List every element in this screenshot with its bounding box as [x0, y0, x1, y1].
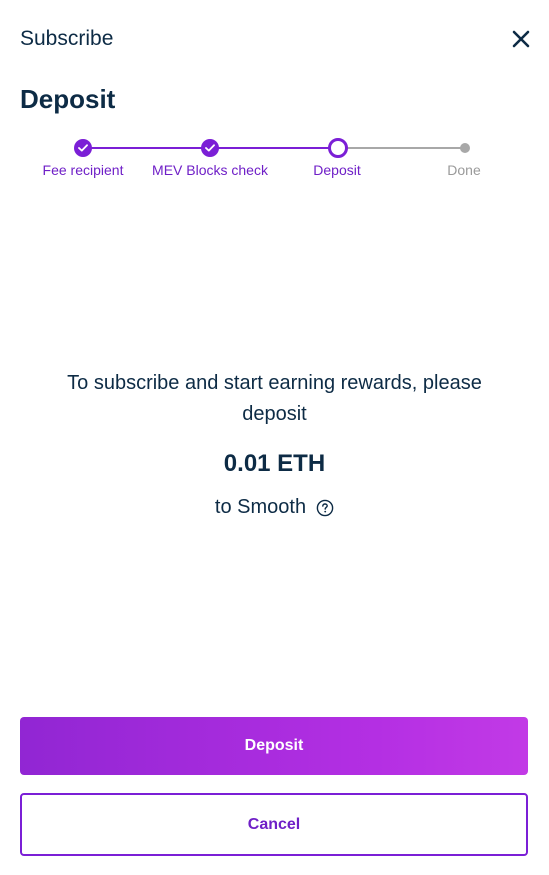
step-2-completed-node [201, 139, 219, 157]
deposit-amount: 0.01 ETH [223, 450, 326, 477]
cancel-button[interactable]: Cancel [20, 793, 528, 856]
help-circle-icon[interactable] [316, 499, 334, 517]
deposit-instructions: To subscribe and start earning rewards, … [67, 372, 482, 425]
step-label-mev-blocks-check: MEV Blocks check [152, 162, 268, 178]
close-icon [512, 30, 530, 48]
step-connector-3 [338, 147, 465, 149]
step-label-done: Done [447, 162, 481, 178]
dialog-title: Subscribe [20, 27, 114, 50]
deposit-info: To subscribe and start earning rewards, … [40, 368, 509, 519]
deposit-button[interactable]: Deposit [20, 717, 528, 775]
step-label-fee-recipient: Fee recipient [42, 162, 124, 178]
step-1-completed-node [74, 139, 92, 157]
step-label-deposit: Deposit [313, 162, 361, 178]
step-4-pending-node [460, 143, 470, 153]
step-connector-2 [210, 147, 338, 149]
step-3-current-node [328, 138, 348, 158]
dialog-header: Subscribe [20, 22, 530, 56]
destination-label: to Smooth [214, 496, 307, 518]
close-button[interactable] [507, 25, 535, 53]
progress-stepper: Fee recipient MEV Blocks check Deposit D… [20, 136, 530, 186]
deposit-destination: to Smooth [40, 496, 509, 519]
step-connector-1 [83, 147, 210, 149]
check-icon [205, 144, 215, 152]
page-title: Deposit [20, 84, 116, 114]
check-icon [78, 144, 88, 152]
